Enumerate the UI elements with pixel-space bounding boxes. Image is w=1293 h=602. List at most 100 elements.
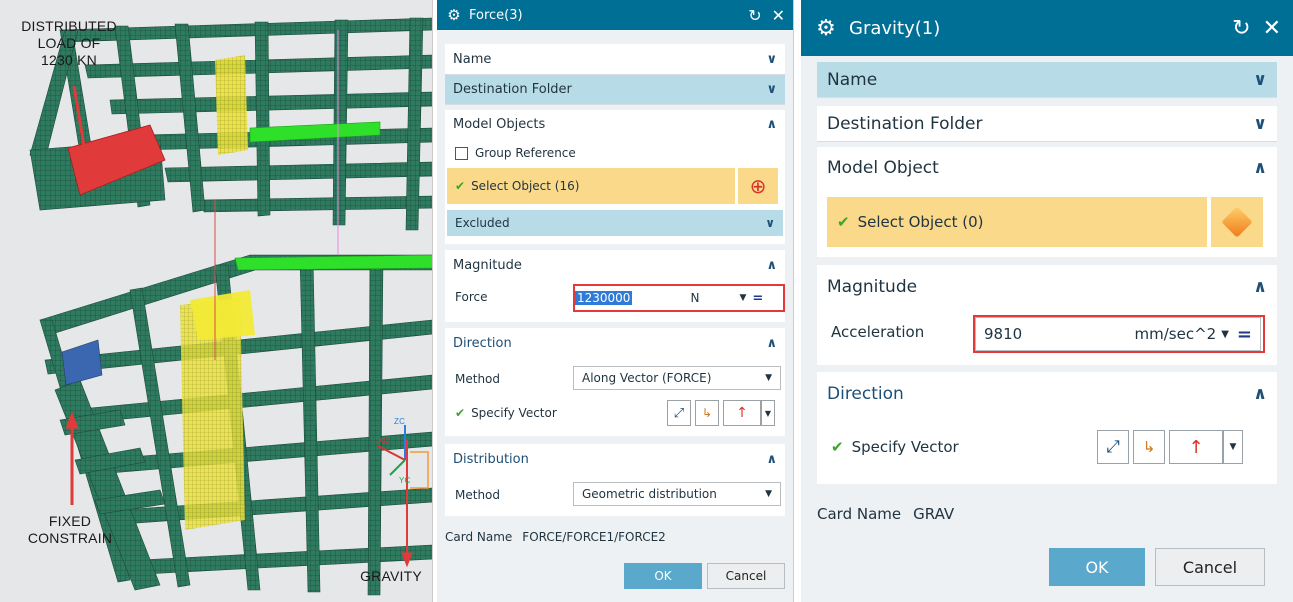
direction-method-select[interactable]: Along Vector (FORCE) ▼ xyxy=(573,366,781,390)
direction-panel: Direction ∧ Method Along Vector (FORCE) … xyxy=(445,328,785,436)
name-section-label: Name xyxy=(453,51,492,67)
chevron-down-icon: ∨ xyxy=(766,82,777,97)
card-name-value: GRAV xyxy=(913,505,955,523)
select-object-row[interactable]: ✔ Select Object (0) xyxy=(827,197,1207,247)
fixed-constrain-label: FIXED CONSTRAIN xyxy=(27,513,113,546)
reverse-direction-button[interactable]: ⤢ xyxy=(1097,430,1129,464)
select-object-row[interactable]: ✔ Select Object (16) xyxy=(447,168,735,204)
name-section-header[interactable]: Name ∨ xyxy=(817,62,1277,98)
crosshair-icon: ⊕ xyxy=(749,174,767,198)
acceleration-label: Acceleration xyxy=(831,323,925,341)
distribution-section-header[interactable]: Distribution ∧ xyxy=(445,444,785,474)
check-icon: ✔ xyxy=(455,406,466,420)
vector-type-button[interactable]: ↑ xyxy=(723,400,761,426)
chevron-up-icon: ∧ xyxy=(1253,277,1267,297)
ok-button[interactable]: OK xyxy=(1049,548,1145,586)
model-objects-label: Model Objects xyxy=(453,116,546,132)
magnitude-label: Magnitude xyxy=(827,277,918,297)
select-object-label: Select Object (0) xyxy=(857,213,984,231)
truss-model-render xyxy=(29,17,432,596)
force-value[interactable]: 1230000 xyxy=(575,291,633,305)
reset-icon[interactable]: ↻ xyxy=(748,6,761,25)
magnitude-section-header[interactable]: Magnitude ∧ xyxy=(817,265,1277,309)
force-dialog-titlebar[interactable]: ⚙ Force(3) ↻ ✕ xyxy=(437,0,793,30)
group-reference-label: Group Reference xyxy=(475,146,576,160)
destination-folder-section-header[interactable]: Destination Folder ∨ xyxy=(817,106,1277,142)
distributed-load-label: DISTRIBUTED LOAD OF 1230 KN xyxy=(21,18,117,68)
gravity-dialog-title: Gravity(1) xyxy=(849,17,941,39)
axis-xc-label: XC xyxy=(378,436,390,445)
equals-icon[interactable]: = xyxy=(752,291,763,306)
crosshair-button[interactable]: ⊕ xyxy=(738,168,778,204)
chevron-down-icon: ▼ xyxy=(765,373,772,383)
check-icon: ✔ xyxy=(455,179,466,193)
specify-vector-row[interactable]: ✔ Specify Vector xyxy=(455,406,557,420)
chevron-down-icon: ∨ xyxy=(1253,69,1267,90)
unit-dropdown-icon[interactable]: ▼ xyxy=(1221,329,1229,340)
specify-vector-row[interactable]: ✔ Specify Vector xyxy=(831,438,959,456)
card-name-label: Card Name xyxy=(445,530,513,544)
chevron-up-icon: ∧ xyxy=(766,116,777,132)
group-reference-row[interactable]: Group Reference xyxy=(455,146,576,160)
force-dialog: ⚙ Force(3) ↻ ✕ Name ∨ Destination Folder… xyxy=(437,0,794,602)
direction-section-header[interactable]: Direction ∧ xyxy=(817,372,1277,416)
group-reference-checkbox[interactable] xyxy=(455,146,468,160)
check-icon: ✔ xyxy=(831,438,844,456)
chevron-down-icon: ∨ xyxy=(1253,113,1267,134)
distribution-panel: Distribution ∧ Method Geometric distribu… xyxy=(445,444,785,516)
acceleration-field[interactable]: 9810 mm/sec^2 ▼ = xyxy=(975,317,1261,351)
close-icon[interactable]: ✕ xyxy=(772,6,785,25)
reset-icon[interactable]: ↻ xyxy=(1232,16,1250,41)
gravity-dialog: ⚙ Gravity(1) ↻ ✕ Name ∨ Destination Fold… xyxy=(801,0,1293,602)
model-objects-section-header[interactable]: Model Objects ∧ xyxy=(445,110,785,138)
excluded-section-header[interactable]: Excluded ∨ xyxy=(447,210,783,236)
vector-type-button[interactable]: ↑ xyxy=(1169,430,1223,464)
vector-dialog-button[interactable]: ↳ xyxy=(1133,430,1165,464)
gravity-dialog-titlebar[interactable]: ⚙ Gravity(1) ↻ ✕ xyxy=(801,0,1293,56)
gear-icon[interactable]: ⚙ xyxy=(445,6,463,24)
card-name-label: Card Name xyxy=(817,505,902,523)
distribution-method-value: Geometric distribution xyxy=(582,487,717,501)
distribution-method-select[interactable]: Geometric distribution ▼ xyxy=(573,482,781,506)
magnitude-panel: Magnitude ∧ Acceleration 9810 mm/sec^2 ▼… xyxy=(817,265,1277,365)
cube-button[interactable] xyxy=(1211,197,1263,247)
direction-section-header[interactable]: Direction ∧ xyxy=(445,328,785,358)
force-field[interactable]: 1230000 N ▼ = xyxy=(575,286,782,310)
destination-folder-section-header[interactable]: Destination Folder ∨ xyxy=(445,75,785,105)
direction-label: Direction xyxy=(827,384,904,404)
unit-dropdown-icon[interactable]: ▼ xyxy=(739,293,746,303)
force-dialog-title: Force(3) xyxy=(469,7,523,23)
chevron-down-icon: ∨ xyxy=(765,216,775,230)
name-section-header[interactable]: Name ∨ xyxy=(445,44,785,75)
vector-type-dropdown[interactable]: ▼ xyxy=(1223,430,1243,464)
vector-dialog-button[interactable]: ↳ xyxy=(695,400,719,426)
model-object-section-header[interactable]: Model Object ∧ xyxy=(817,147,1277,189)
axis-zc-label: ZC xyxy=(394,417,406,426)
gravity-label: GRAVITY xyxy=(360,568,422,584)
direction-label: Direction xyxy=(453,335,512,351)
check-icon: ✔ xyxy=(837,213,850,231)
direction-method-label: Method xyxy=(455,372,501,386)
vector-type-dropdown[interactable]: ▼ xyxy=(761,400,775,426)
card-name-row: Card Name FORCE/FORCE1/FORCE2 xyxy=(445,530,666,544)
specify-vector-label: Specify Vector xyxy=(471,406,557,420)
gear-icon[interactable]: ⚙ xyxy=(813,16,839,41)
chevron-up-icon: ∧ xyxy=(1253,384,1267,404)
excluded-label: Excluded xyxy=(455,216,510,230)
model-viewport[interactable]: DISTRIBUTED LOAD OF 1230 KN FIXED CONSTR… xyxy=(0,0,433,602)
cancel-button[interactable]: Cancel xyxy=(1155,548,1265,586)
model-objects-panel: Model Objects ∧ Group Reference ✔ Select… xyxy=(445,110,785,244)
acceleration-value[interactable]: 9810 xyxy=(984,325,1022,343)
reverse-direction-button[interactable]: ⤢ xyxy=(667,400,691,426)
model-object-label: Model Object xyxy=(827,158,939,178)
distribution-method-label: Method xyxy=(455,488,501,502)
magnitude-section-header[interactable]: Magnitude ∧ xyxy=(445,250,785,280)
close-icon[interactable]: ✕ xyxy=(1263,16,1281,41)
magnitude-label: Magnitude xyxy=(453,257,522,273)
cancel-button[interactable]: Cancel xyxy=(707,563,785,589)
distribution-label: Distribution xyxy=(453,451,529,467)
destination-folder-label: Destination Folder xyxy=(827,113,983,134)
chevron-down-icon: ∨ xyxy=(766,51,777,67)
equals-icon[interactable]: = xyxy=(1237,324,1252,345)
ok-button[interactable]: OK xyxy=(624,563,702,589)
